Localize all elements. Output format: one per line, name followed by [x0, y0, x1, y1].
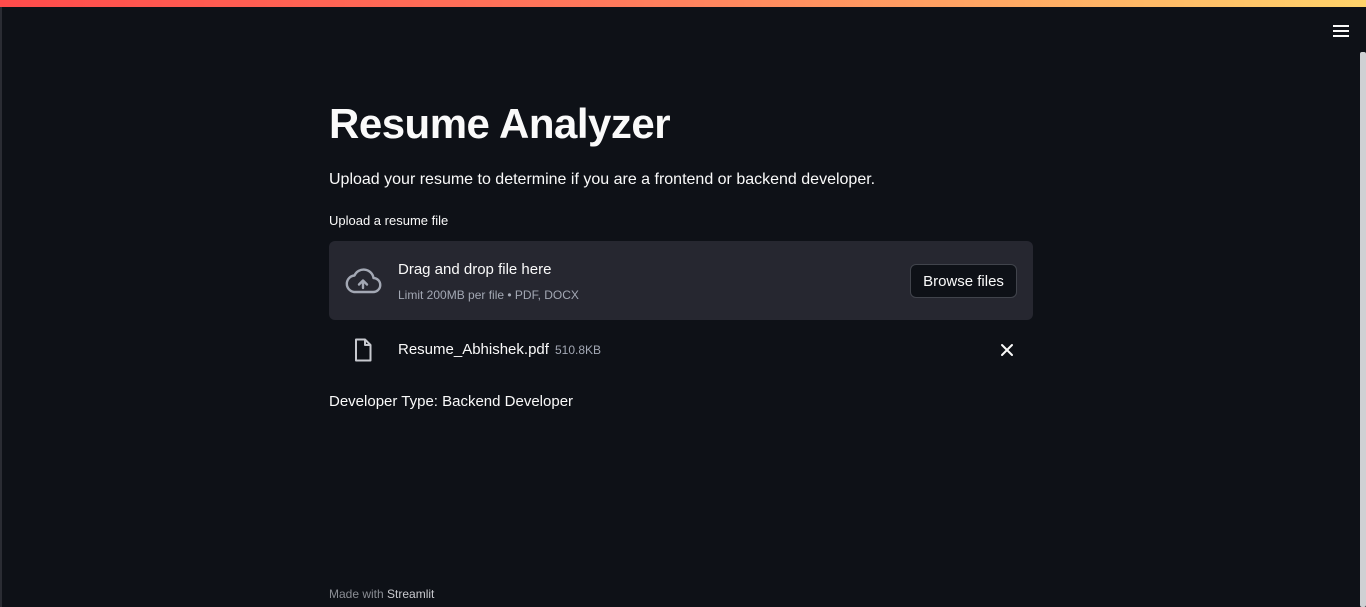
footer-prefix: Made with — [329, 587, 384, 601]
uploader-label: Upload a resume file — [329, 213, 449, 228]
left-edge — [0, 7, 2, 607]
main-menu-button[interactable] — [1328, 20, 1354, 42]
dropzone-limit: Limit 200MB per file • PDF, DOCX — [398, 288, 579, 302]
scrollbar[interactable] — [1360, 52, 1366, 607]
browse-files-button[interactable]: Browse files — [910, 264, 1017, 298]
uploaded-file-size: 510.8KB — [555, 343, 602, 357]
close-icon[interactable] — [997, 340, 1017, 360]
footer: Made with Streamlit — [329, 587, 434, 601]
uploaded-file-name: Resume_Abhishek.pdf — [398, 341, 549, 358]
cloud-upload-icon — [345, 268, 382, 294]
streamlit-link[interactable]: Streamlit — [387, 587, 434, 601]
file-dropzone[interactable]: Drag and drop file here Limit 200MB per … — [329, 241, 1033, 320]
uploaded-file-row: Resume_Abhishek.pdf 510.8KB — [329, 334, 1033, 366]
top-accent-bar — [0, 0, 1366, 7]
page-subtitle: Upload your resume to determine if you a… — [329, 171, 876, 188]
hamburger-menu-icon — [1333, 25, 1349, 27]
dropzone-instructions: Drag and drop file here — [398, 261, 552, 278]
developer-type-result: Developer Type: Backend Developer — [329, 393, 574, 410]
page-title: Resume Analyzer — [329, 100, 671, 147]
file-icon — [355, 338, 372, 362]
